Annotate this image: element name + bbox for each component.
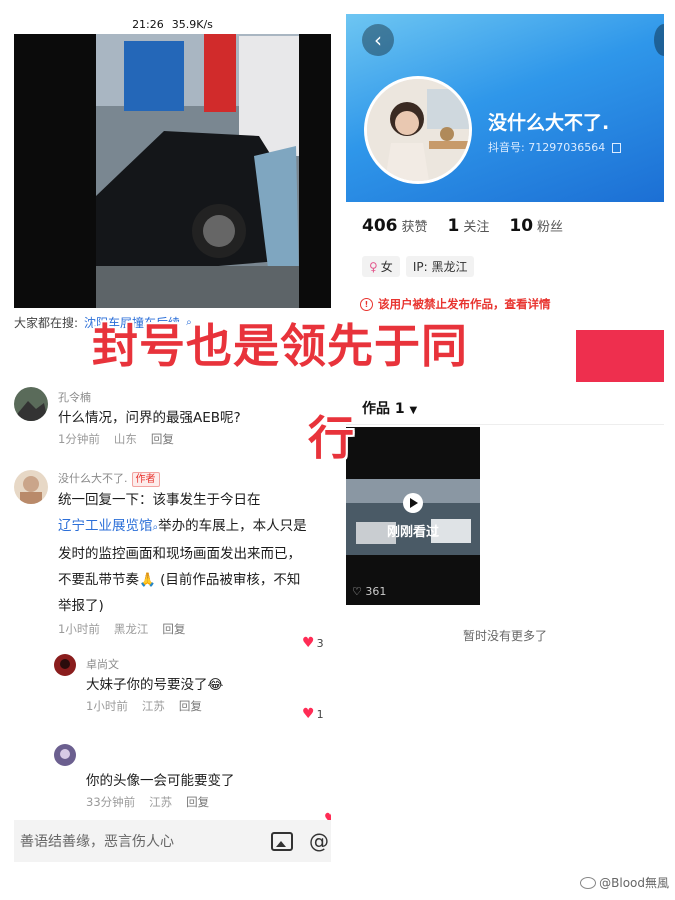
comment-line: 举报了) (58, 598, 104, 614)
comment-location: 江苏 (149, 795, 173, 809)
works-tab[interactable]: 作品 1 ▼ (362, 398, 417, 418)
overlay-caption-line1: 封号也是领先于同 (92, 319, 468, 373)
comments-screenshot: 21:26 35.9K/s 大家都在搜: 沈阳车展撞车后续 ⌕ 孔令楠 什么情况… (14, 14, 331, 862)
douyin-id-text: 抖音号: 71297036564 (488, 141, 606, 154)
comment-input[interactable]: 善语结善缘，恶言伤人心 (20, 831, 271, 851)
female-icon: ♀ (369, 259, 378, 274)
douyin-id: 抖音号: 71297036564 (488, 139, 621, 155)
following-stat[interactable]: 1 关注 (448, 216, 490, 236)
play-icon (403, 493, 423, 513)
heart-icon: ♥ (302, 635, 315, 651)
red-banner (576, 330, 664, 382)
overlay-caption-line2: 行 (308, 411, 355, 465)
no-more-text: 暂时没有更多了 (462, 629, 547, 643)
author-name[interactable]: 没什么大不了. (58, 472, 128, 485)
comment-line: 发时的监控画面和现场画面发出来而已， (58, 546, 301, 562)
caret-down-icon: ▼ (409, 405, 418, 416)
video-frame[interactable] (14, 26, 331, 308)
heart-outline-icon: ♡ (352, 585, 362, 598)
heart-icon: ♥ (302, 706, 315, 722)
work-likes: ♡ 361 (352, 585, 386, 598)
comment-text: 统一回复一下：该事发生于今日在 辽宁工业展览馆⌕举办的车展上，本人只是 发时的监… (58, 487, 331, 619)
works-title: 作品 1 (362, 401, 405, 417)
profile-avatar[interactable] (364, 76, 472, 184)
status-bar: 21:26 35.9K/s (14, 14, 331, 34)
comment-location: 江苏 (141, 699, 165, 713)
mention-icon[interactable]: @ (309, 829, 329, 853)
reply-button[interactable]: 回复 (151, 431, 174, 447)
comment-meta: 1小时前 黑龙江 回复 (58, 621, 331, 637)
recently-viewed-label: 刚刚看过 (386, 525, 439, 540)
stat-number: 10 (509, 216, 534, 236)
author-badge: 作者 (131, 472, 160, 487)
watermark-text: @Blood無風 (599, 876, 669, 890)
avatar[interactable] (14, 387, 48, 421)
like-button[interactable]: ♥ 3 (302, 635, 324, 651)
reply-button[interactable]: 回复 (186, 794, 209, 810)
network-speed: 35.9K/s (171, 17, 213, 31)
avatar[interactable] (14, 470, 48, 504)
weibo-icon (580, 876, 597, 889)
comment-meta: 1小时前 江苏 回复 (86, 698, 331, 714)
comment-time: 1小时前 (58, 622, 100, 636)
avatar[interactable] (54, 654, 76, 676)
image-icon[interactable] (271, 831, 293, 851)
comment-text: 大妹子你的号要没了😂 (86, 677, 224, 693)
ip-tag: IP: 黑龙江 (405, 256, 475, 277)
car-crash-photo (14, 26, 331, 308)
back-button[interactable]: ‹ (362, 24, 394, 56)
comment-line: 统一回复一下：该事发生于今日在 (58, 492, 261, 508)
like-button[interactable]: ♥ 1 (302, 706, 324, 722)
copy-icon[interactable] (611, 143, 621, 153)
comment-line: 辽宁工业展览馆⌕举办的车展上，本人只是 (58, 518, 307, 534)
alert-icon: ! (360, 297, 373, 311)
reply-button[interactable]: 回复 (179, 698, 202, 714)
comment-text: 你的头像一会可能要变了 (86, 773, 235, 789)
reply-button[interactable]: 回复 (162, 621, 185, 637)
comment-text: 什么情况，问界的最强AEB呢? (58, 410, 241, 426)
like-count: 3 (316, 636, 324, 650)
work-likes-count: 361 (365, 585, 387, 598)
profile-header: ‹ 没什么大不了. 抖音号: 71297036564 (346, 14, 664, 202)
comment-time: 1分钟前 (58, 432, 100, 446)
comment-time: 1小时前 (86, 699, 128, 713)
comment-location: 山东 (113, 432, 137, 446)
more-button[interactable] (654, 24, 664, 56)
stat-label: 关注 (463, 220, 490, 235)
likes-stat[interactable]: 406 获赞 (362, 216, 428, 236)
work-thumbnail[interactable]: 刚刚看过 ♡ 361 (346, 427, 480, 605)
divider (346, 424, 664, 425)
gender-tag: ♀ 女 (362, 256, 400, 277)
status-time: 21:26 (132, 17, 164, 31)
commenter-name[interactable]: 卓尚文 (86, 656, 331, 672)
stat-label: 获赞 (401, 220, 428, 235)
comment-time: 33分钟前 (86, 795, 136, 809)
avatar[interactable] (54, 744, 76, 766)
comment-location: 黑龙江 (113, 622, 149, 636)
chevron-left-icon: ‹ (374, 28, 382, 52)
like-count: 1 (316, 707, 324, 721)
comment-meta: 1分钟前 山东 回复 (58, 431, 328, 447)
video-thumbnail-image (346, 427, 480, 605)
profile-tags: ♀ 女 IP: 黑龙江 (362, 256, 475, 277)
comment-line: 不要乱带节奏🙏 (目前作品被审核，不知 (58, 572, 301, 588)
gender-label: 女 (380, 260, 393, 274)
stat-number: 406 (362, 216, 398, 236)
profile-stats: 406 获赞 1 关注 10 粉丝 (362, 216, 563, 236)
comment-meta: 33分钟前 江苏 回复 (86, 794, 331, 810)
commenter-name: 没什么大不了. 作者 (58, 470, 331, 487)
stat-label: 粉丝 (537, 220, 564, 235)
location-link[interactable]: 辽宁工业展览馆 (58, 518, 153, 534)
followers-stat[interactable]: 10 粉丝 (509, 216, 563, 236)
profile-name: 没什么大不了. (488, 112, 610, 134)
commenter-name[interactable]: 孔令楠 (58, 389, 328, 405)
stat-number: 1 (447, 216, 460, 236)
comment-input-bar[interactable]: 善语结善缘，恶言伤人心 @ (14, 820, 331, 862)
weibo-watermark: @Blood無風 (580, 874, 669, 891)
search-prefix: 大家都在搜: (14, 315, 79, 330)
